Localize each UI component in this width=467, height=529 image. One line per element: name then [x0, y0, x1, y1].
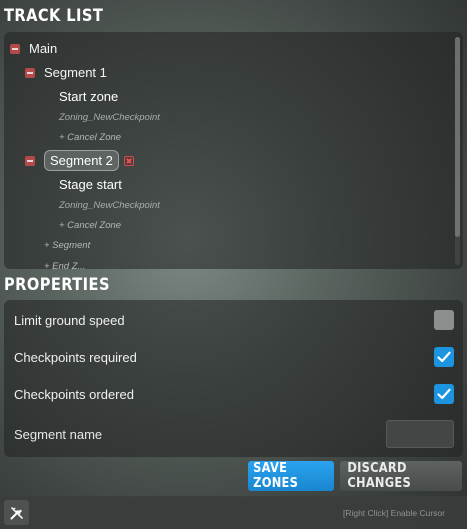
zone-type-1: Zoning_NewCheckpoint — [59, 112, 160, 123]
checkpoints-ordered-label: Checkpoints ordered — [14, 386, 134, 402]
add-segment[interactable]: + Segment — [44, 240, 90, 251]
collapse-icon[interactable] — [10, 43, 20, 54]
prop-checkpoints-required: Checkpoints required — [14, 347, 454, 367]
add-end-zone-link[interactable]: + End Z... — [44, 261, 85, 269]
properties-panel: Limit ground speed Checkpoints required … — [4, 300, 463, 457]
segment-name-input[interactable] — [386, 420, 454, 448]
segment-1-label: Segment 1 — [44, 65, 107, 80]
checkpoints-required-label: Checkpoints required — [14, 349, 137, 365]
zone-type-label: Zoning_NewCheckpoint — [59, 112, 160, 123]
footer-bar: [Right Click] Enable Cursor — [0, 496, 467, 529]
zone-type-2: Zoning_NewCheckpoint — [59, 200, 160, 211]
prop-limit-ground-speed: Limit ground speed — [14, 310, 454, 330]
zone-stage-start[interactable]: Stage start — [59, 177, 122, 192]
collapse-icon[interactable] — [25, 67, 35, 78]
add-cancel-zone-2[interactable]: + Cancel Zone — [59, 220, 121, 231]
track-list-scrollbar[interactable] — [455, 37, 460, 265]
discard-changes-label: DISCARD CHANGES — [347, 461, 412, 491]
properties-title: PROPERTIES — [4, 275, 110, 295]
prop-checkpoints-ordered: Checkpoints ordered — [14, 384, 454, 404]
scrollbar-thumb[interactable] — [455, 37, 460, 237]
save-zones-label: SAVE ZONES — [253, 461, 299, 491]
track-list-panel: Main Segment 1 Start zone Zoning_NewChec… — [4, 32, 463, 269]
checkpoints-ordered-checkbox[interactable] — [434, 384, 454, 404]
checkpoints-required-checkbox[interactable] — [434, 347, 454, 367]
add-cancel-zone-1[interactable]: + Cancel Zone — [59, 132, 121, 143]
zone-type-label: Zoning_NewCheckpoint — [59, 200, 160, 211]
zone-start[interactable]: Start zone — [59, 89, 118, 104]
segment-2-label-selected[interactable]: Segment 2 — [44, 150, 119, 171]
collapse-icon[interactable] — [25, 155, 35, 166]
save-zones-button[interactable]: SAVE ZONES — [248, 461, 334, 491]
discard-changes-button[interactable]: DISCARD CHANGES — [340, 461, 462, 491]
pencil-ruler-icon — [10, 506, 23, 519]
checkmark-icon — [437, 351, 451, 363]
tree-node-main[interactable]: Main — [10, 41, 57, 56]
add-cancel-zone-link[interactable]: + Cancel Zone — [59, 132, 121, 143]
add-end-zone-partial[interactable]: + End Z... — [44, 261, 85, 269]
main-label: Main — [29, 41, 58, 56]
add-segment-link[interactable]: + Segment — [44, 240, 90, 251]
add-cancel-zone-link[interactable]: + Cancel Zone — [59, 220, 121, 231]
limit-ground-speed-checkbox[interactable] — [434, 310, 454, 330]
zone-label: Stage start — [59, 177, 122, 192]
checkmark-icon — [437, 388, 451, 400]
enable-cursor-button[interactable] — [4, 500, 29, 525]
delete-segment-icon[interactable] — [123, 155, 134, 166]
limit-ground-speed-label: Limit ground speed — [14, 312, 125, 328]
tree-node-segment-2[interactable]: Segment 2 — [25, 150, 134, 171]
zone-label: Start zone — [59, 89, 119, 104]
track-list-title: TRACK LIST — [4, 6, 104, 26]
enable-cursor-hint: [Right Click] Enable Cursor — [342, 508, 445, 518]
segment-name-label: Segment name — [14, 426, 103, 442]
tree-node-segment-1[interactable]: Segment 1 — [25, 65, 107, 80]
prop-segment-name: Segment name — [14, 420, 454, 448]
